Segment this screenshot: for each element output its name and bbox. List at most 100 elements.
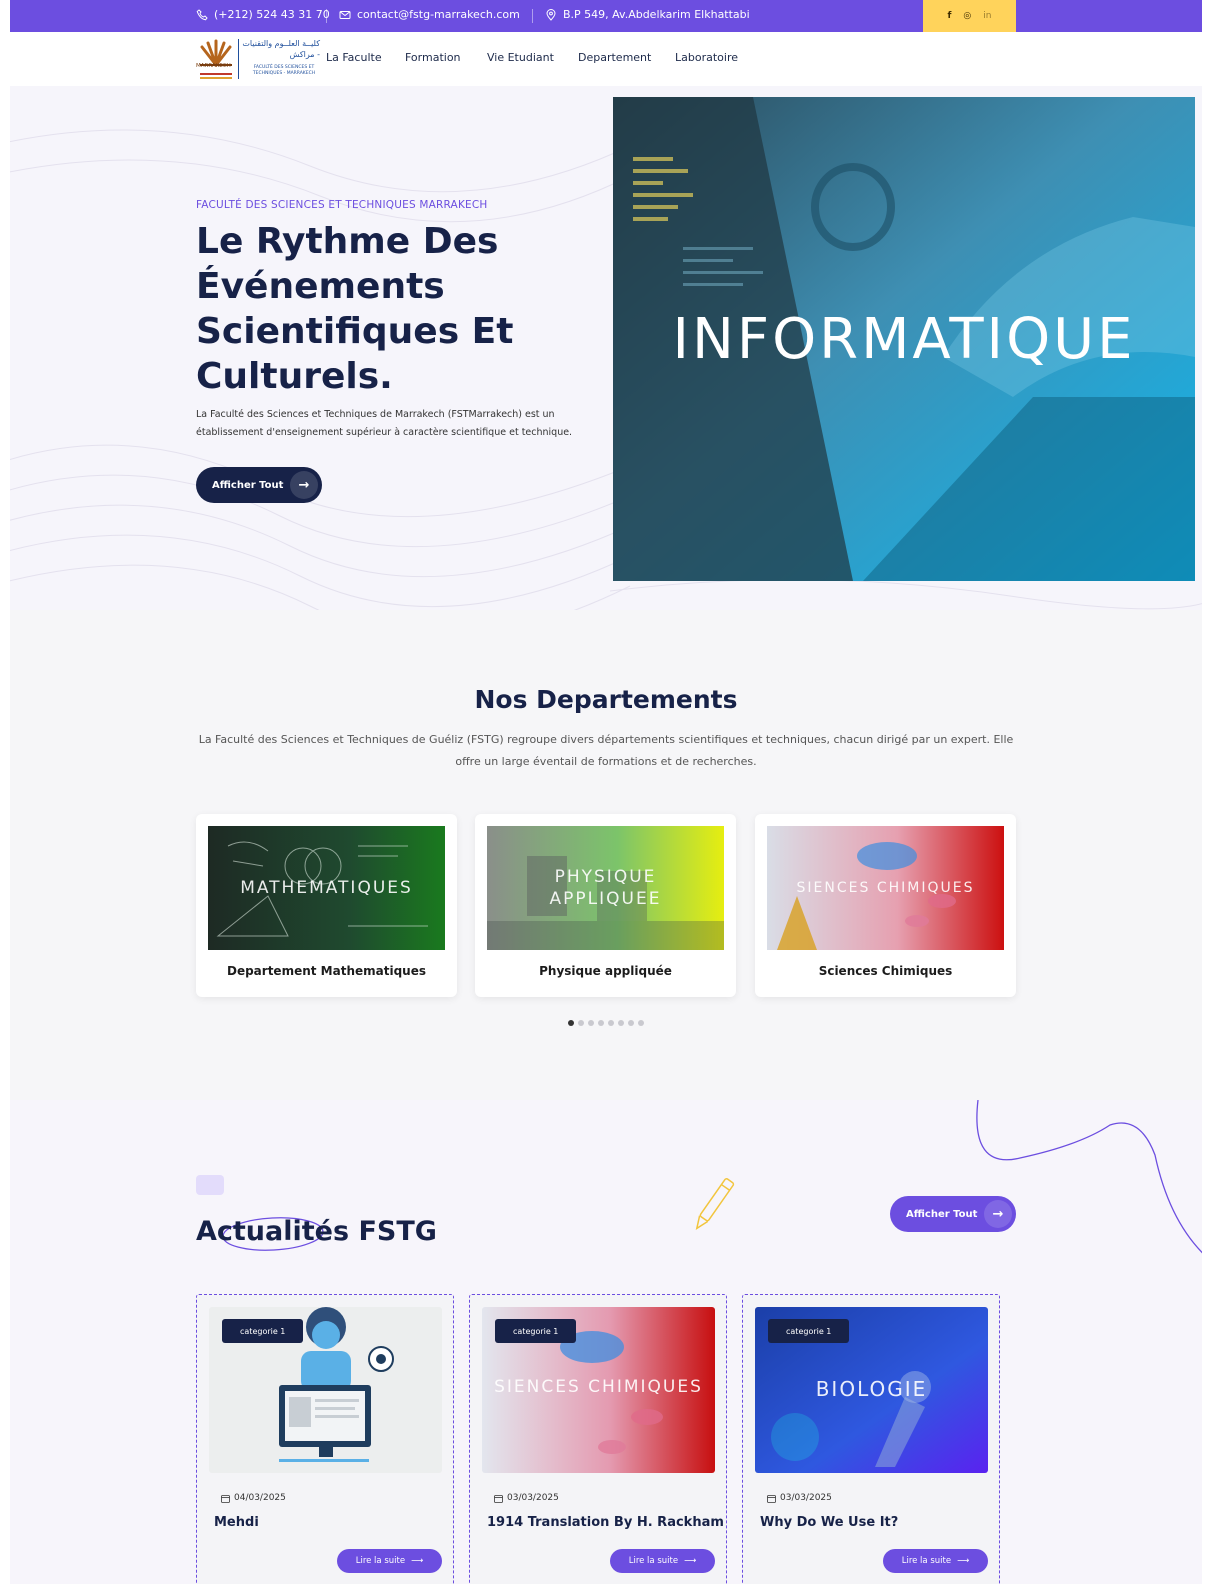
news-card[interactable]: categorie 1 04/03/2025 Mehdi Lire la sui… (196, 1294, 454, 1584)
department-image-label: MATHEMATIQUES (240, 878, 413, 898)
logo-divider (238, 39, 239, 79)
carousel-dot[interactable] (638, 1020, 644, 1026)
news-category-badge: categorie 1 (222, 1319, 304, 1343)
read-more-button[interactable]: Lire la suite ⟶ (883, 1549, 988, 1573)
read-more-button[interactable]: Lire la suite ⟶ (337, 1549, 442, 1573)
departments-section: Nos Departements La Faculté des Sciences… (10, 610, 1202, 1100)
news-image-label: SIENCES CHIMIQUES (494, 1377, 703, 1397)
news-headline[interactable]: Why Do We Use It? (760, 1515, 898, 1530)
hero-title: Le Rythme Des Événements Scientifiques E… (196, 221, 514, 397)
carousel-dot[interactable] (608, 1020, 614, 1026)
departments-description: La Faculté des Sciences et Techniques de… (198, 733, 1014, 768)
address-contact: B.P 549, Av.Abdelkarim Elkhattabi (545, 8, 750, 21)
news-date-text: 03/03/2025 (780, 1493, 832, 1503)
hero-image-informatique: INFORMATIQUE (613, 97, 1195, 581)
read-more-label: Lire la suite (901, 1556, 952, 1566)
news-image: categorie 1 SIENCES CHIMIQUES (482, 1307, 715, 1473)
news-date: 04/03/2025 (221, 1493, 286, 1503)
logo-city: MARRAKECH (196, 63, 231, 69)
read-more-button[interactable]: Lire la suite ⟶ (610, 1549, 715, 1573)
calendar-icon (767, 1494, 776, 1503)
department-name: Physique appliquée (539, 964, 672, 978)
carousel-dot[interactable] (578, 1020, 584, 1026)
arrow-right-icon: → (984, 1200, 1012, 1228)
news-image: categorie 1 BIOLOGIE (755, 1307, 988, 1473)
carousel-dot[interactable] (628, 1020, 634, 1026)
long-arrow-right-icon: ⟶ (684, 1556, 697, 1566)
logo-french-text: FACULTÉ DES SCIENCES ET TECHNIQUES - MAR… (252, 65, 316, 76)
main-navbar: MARRAKECH كليــة العلــوم والتقنيات - مر… (10, 32, 1202, 86)
calendar-icon (221, 1494, 230, 1503)
hero-afficher-tout-button[interactable]: Afficher Tout → (196, 467, 322, 503)
logo-emblem-icon (200, 39, 232, 79)
email-contact[interactable]: contact@fstg-marrakech.com (339, 8, 520, 21)
top-contact-bar: (+212) 524 43 31 70 contact@fstg-marrake… (10, 0, 1202, 32)
location-pin-icon (546, 8, 556, 21)
department-card-chimie[interactable]: SIENCES CHIMIQUES Sciences Chimiques (755, 814, 1016, 997)
news-category-badge: categorie 1 (768, 1319, 850, 1343)
department-image-label: PHYSIQUE APPLIQUEE (549, 867, 662, 909)
department-card-physique[interactable]: PHYSIQUE APPLIQUEE Physique appliquée (475, 814, 736, 997)
carousel-dot[interactable] (588, 1020, 594, 1026)
section-tag (196, 1175, 224, 1195)
phone-icon (196, 8, 208, 20)
mail-icon (339, 10, 351, 19)
nav-link-la-faculte[interactable]: La Faculte (326, 51, 382, 64)
news-title: Actualités FSTG (196, 1216, 437, 1247)
news-headline[interactable]: 1914 Translation By H. Rackham (487, 1515, 724, 1530)
department-card-mathematiques[interactable]: MATHEMATIQUES Departement Mathematiques (196, 814, 457, 997)
instagram-icon[interactable]: ◎ (963, 11, 971, 21)
nav-link-departement[interactable]: Departement (578, 51, 651, 64)
phone-contact[interactable]: (+212) 524 43 31 70 (196, 8, 330, 21)
news-card[interactable]: categorie 1 SIENCES CHIMIQUES 03/03/2025… (469, 1294, 727, 1584)
hero-image-label: INFORMATIQUE (672, 307, 1136, 372)
news-section: Actualités FSTG Afficher Tout → categori (10, 1100, 1202, 1584)
social-links: f ◎ in (923, 0, 1016, 32)
phone-text: (+212) 524 43 31 70 (214, 8, 330, 21)
nav-link-laboratoire[interactable]: Laboratoire (675, 51, 738, 64)
divider (532, 9, 533, 23)
carousel-dot[interactable] (618, 1020, 624, 1026)
news-category-badge: categorie 1 (495, 1319, 577, 1343)
read-more-label: Lire la suite (628, 1556, 679, 1566)
nav-link-formation[interactable]: Formation (405, 51, 461, 64)
hero-description: La Faculté des Sciences et Techniques de… (196, 409, 573, 438)
news-headline[interactable]: Mehdi (214, 1515, 259, 1530)
button-label: Afficher Tout (212, 479, 284, 491)
news-date-text: 04/03/2025 (234, 1493, 286, 1503)
fstg-logo[interactable]: MARRAKECH كليــة العلــوم والتقنيات - مر… (196, 35, 322, 83)
department-image: MATHEMATIQUES (208, 826, 445, 950)
news-image-label: BIOLOGIE (815, 1377, 928, 1401)
arrow-right-icon: → (290, 471, 318, 499)
logo-arabic-text: كليــة العلــوم والتقنيات - مراكش (242, 39, 320, 59)
nav-link-vie-etudiant[interactable]: Vie Etudiant (487, 51, 554, 64)
carousel-dot[interactable] (598, 1020, 604, 1026)
department-image: PHYSIQUE APPLIQUEE (487, 826, 724, 950)
read-more-label: Lire la suite (355, 1556, 406, 1566)
calendar-icon (494, 1494, 503, 1503)
department-image-label: SIENCES CHIMIQUES (796, 880, 975, 896)
email-text: contact@fstg-marrakech.com (357, 8, 520, 21)
divider (326, 9, 327, 23)
news-date-text: 03/03/2025 (507, 1493, 559, 1503)
button-label: Afficher Tout (906, 1208, 978, 1220)
news-date: 03/03/2025 (494, 1493, 559, 1503)
carousel-pagination (568, 1020, 644, 1026)
news-date: 03/03/2025 (767, 1493, 832, 1503)
address-text: B.P 549, Av.Abdelkarim Elkhattabi (563, 8, 750, 21)
department-name: Sciences Chimiques (818, 964, 953, 978)
hero-section: FACULTÉ DES SCIENCES ET TECHNIQUES MARRA… (10, 86, 1202, 610)
news-afficher-tout-button[interactable]: Afficher Tout → (890, 1196, 1016, 1232)
hero-kicker: FACULTÉ DES SCIENCES ET TECHNIQUES MARRA… (196, 199, 488, 211)
news-image: categorie 1 (209, 1307, 442, 1473)
facebook-icon[interactable]: f (948, 11, 952, 21)
carousel-dot[interactable] (568, 1020, 574, 1026)
linkedin-icon[interactable]: in (983, 11, 991, 21)
pencil-icon (695, 1178, 735, 1230)
long-arrow-right-icon: ⟶ (957, 1556, 970, 1566)
departments-title: Nos Departements (474, 685, 738, 714)
news-card[interactable]: categorie 1 BIOLOGIE 03/03/2025 Why Do W… (742, 1294, 1000, 1584)
department-image: SIENCES CHIMIQUES (767, 826, 1004, 950)
long-arrow-right-icon: ⟶ (411, 1556, 424, 1566)
department-name: Departement Mathematiques (226, 964, 426, 978)
